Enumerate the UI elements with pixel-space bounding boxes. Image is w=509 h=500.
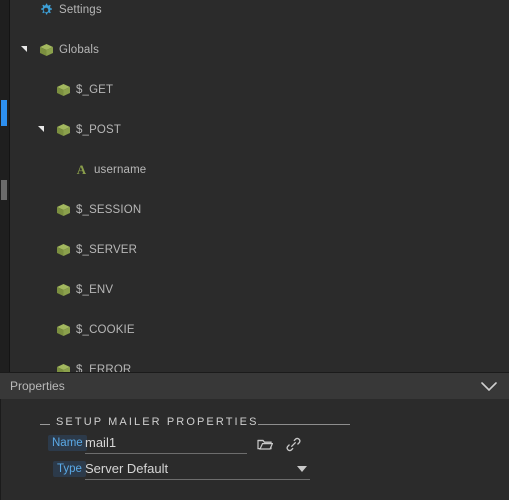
name-field-input[interactable]: mail1 [85,435,116,450]
name-field-row: Name [48,435,87,455]
properties-title: Properties [10,379,65,393]
tree-row[interactable]: $_ERROR [10,360,509,372]
tree-row-content: $_ENV [56,280,113,300]
tree-row[interactable]: $_COOKIE [10,320,509,340]
tree-row-content: $_GET [56,80,113,100]
cube-icon [56,323,70,337]
section-title: SETUP MAILER PROPERTIES [56,416,259,428]
gear-icon [39,3,53,17]
cube-icon [56,83,70,97]
tree-row[interactable]: Globals [10,40,509,60]
tree-row-content: $_COOKIE [56,320,135,340]
cube-icon [56,283,70,297]
caret-down-icon[interactable] [297,466,307,472]
tree-row-content: $_POST [56,120,121,140]
tree-row-label: $_POST [76,124,122,136]
chevron-down-icon[interactable] [481,382,497,392]
type-field-underline [85,479,310,480]
gutter-marker-active[interactable] [1,100,7,126]
tree-row-content: Ausername [75,160,146,180]
tree-row[interactable]: $_ENV [10,280,509,300]
type-field-value[interactable]: Server Default [85,461,168,476]
cube-icon [56,123,70,137]
app-window: Settings Globals $_GET $_POST Ausername $_SES… [0,0,509,500]
open-folder-icon[interactable] [257,438,274,454]
name-field-underline [85,453,247,454]
tree-row[interactable]: Settings [10,0,509,20]
type-field-row: Type [53,461,86,481]
tree-row-content: $_ERROR [56,360,131,372]
properties-header[interactable]: Properties [0,372,509,400]
tree-row-content: $_SESSION [56,200,141,220]
string-variable-icon: A [76,162,87,177]
tree-row-label: Settings [59,4,102,16]
tree-row-label: $_ERROR [76,364,132,372]
gutter-marker-secondary[interactable] [1,180,7,200]
tree-row-content: Globals [39,40,99,60]
tree-row-label: $_ENV [76,284,114,296]
cube-icon [56,203,70,217]
expand-arrow-icon[interactable] [21,46,27,52]
cube-icon [56,243,70,257]
tree-row-label: $_GET [76,84,114,96]
expand-arrow-icon[interactable] [38,126,44,132]
tree-row-content: $_SERVER [56,240,137,260]
project-tree[interactable]: Settings Globals $_GET $_POST Ausername $_SES… [10,0,509,372]
tree-gutter-strip[interactable] [0,0,10,372]
tree-row-label: $_COOKIE [76,324,135,336]
tree-row-label: $_SESSION [76,204,142,216]
name-field-label: Name [48,435,87,451]
tree-row-content: Settings [39,0,102,20]
tree-row[interactable]: Ausername [10,160,509,180]
tree-row[interactable]: $_SESSION [10,200,509,220]
tree-row-label: username [94,164,147,176]
tree-row-label: $_SERVER [76,244,138,256]
tree-row[interactable]: $_GET [10,80,509,100]
section-dash [40,424,50,425]
cube-icon [39,43,53,57]
link-icon[interactable] [286,437,301,455]
tree-row[interactable]: $_POST [10,120,509,140]
section-rule [258,424,350,425]
tree-row[interactable]: $_SERVER [10,240,509,260]
properties-section-heading: SETUP MAILER PROPERTIES [40,416,360,430]
cube-icon [56,363,70,372]
type-field-label: Type [53,461,86,477]
tree-row-label: Globals [59,44,100,56]
